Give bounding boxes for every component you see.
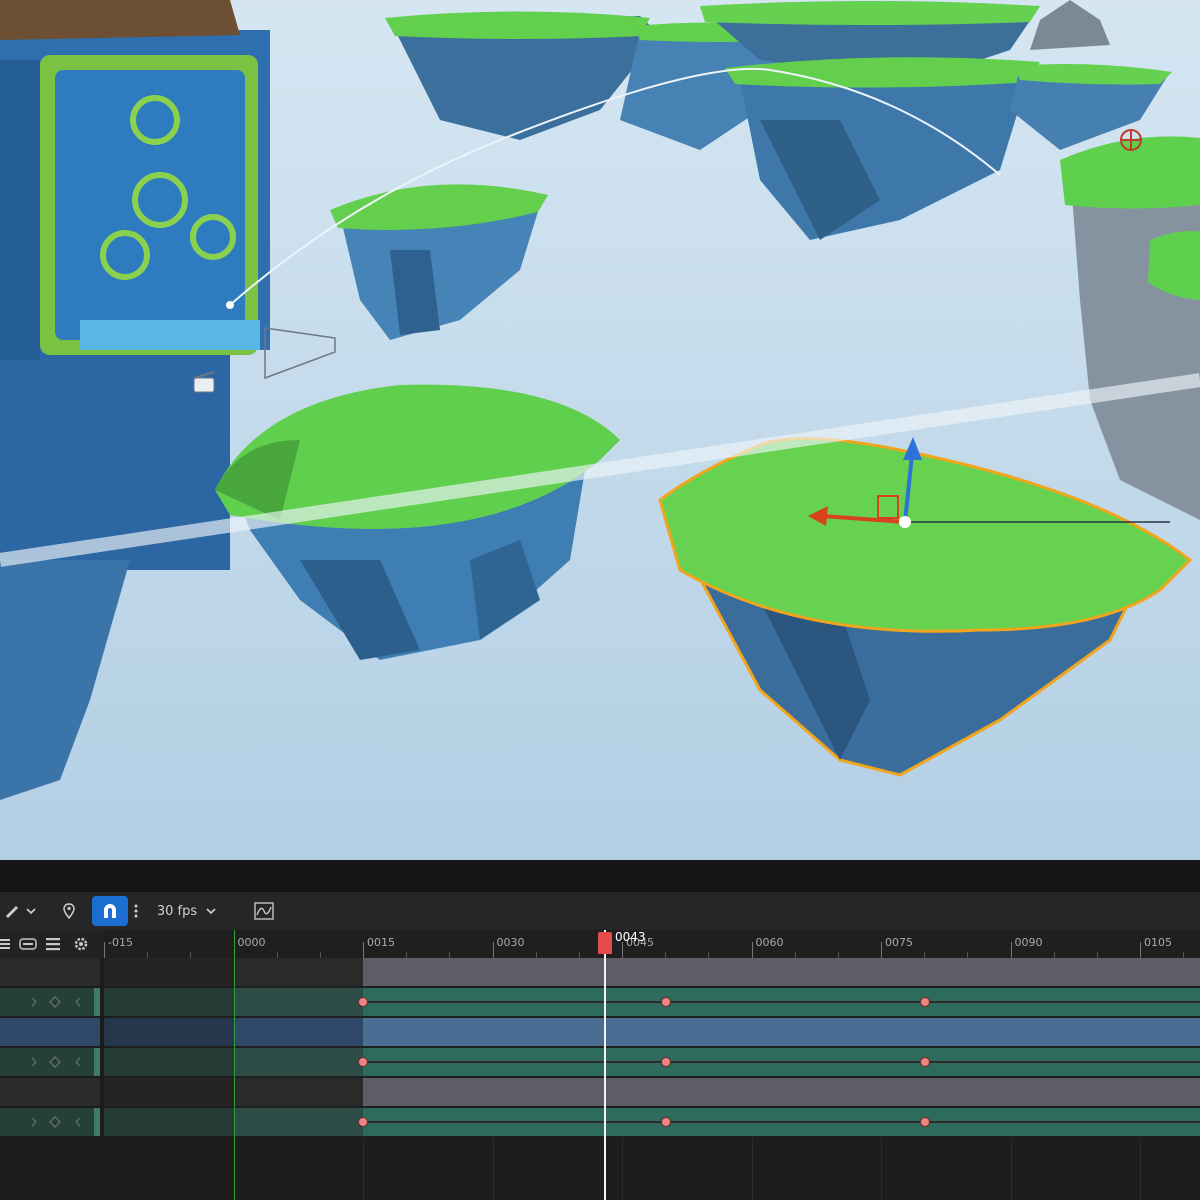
- timeline-ruler[interactable]: -015 0000 0015 0030 0045 0060 0075 0090 0105: [104, 930, 1200, 959]
- track-header-row[interactable]: [0, 988, 100, 1016]
- add-key-icon: [49, 1116, 61, 1128]
- next-key-icon: [75, 997, 81, 1007]
- ruler-major-tick: [881, 942, 882, 958]
- track-segment-prestart: [104, 1048, 234, 1076]
- magnet-icon[interactable]: [92, 896, 128, 926]
- viewport-3d[interactable]: [0, 0, 1200, 860]
- ruler-tick-label: 0030: [496, 936, 525, 949]
- track-header-row[interactable]: [0, 1078, 100, 1106]
- keyframe[interactable]: [920, 1117, 930, 1127]
- target-icon: [1120, 129, 1142, 151]
- playhead-line[interactable]: [604, 930, 606, 1200]
- ruler-tick-label: 0075: [885, 936, 913, 949]
- track-section[interactable]: [363, 1018, 1200, 1046]
- playhead-handle[interactable]: [598, 932, 612, 954]
- sequencer-panel: 30 fps -015 0000 0015 0030 0045 0060 0075 0090 0…: [0, 860, 1200, 1200]
- track-row[interactable]: [104, 958, 1200, 986]
- ruler-major-tick: [751, 942, 753, 958]
- playback-start-marker[interactable]: [234, 930, 235, 1200]
- track-empty-area[interactable]: [104, 1138, 1200, 1200]
- ruler-major-tick: [1140, 942, 1141, 958]
- ruler-major-tick: [1010, 942, 1012, 958]
- track-row[interactable]: [104, 1048, 1200, 1076]
- prev-key-icon: [31, 997, 37, 1007]
- track-header-row[interactable]: [0, 958, 100, 986]
- ruler-tick-label: 0105: [1144, 936, 1172, 949]
- track-segment-prestart: [104, 1018, 234, 1046]
- track-segment-prestart: [104, 988, 234, 1016]
- current-frame-label: 0043: [615, 930, 646, 944]
- scene-illustration: [0, 0, 1200, 860]
- ruler-major-tick: [492, 942, 494, 958]
- grid-line: [493, 1138, 494, 1200]
- track-segment-inactive: [234, 958, 363, 986]
- track-segment-prestart: [104, 1078, 234, 1106]
- curve-editor-icon[interactable]: [252, 900, 276, 922]
- grid-line: [1011, 1138, 1012, 1200]
- location-pin-icon[interactable]: [58, 900, 80, 922]
- keyframe[interactable]: [358, 1117, 368, 1127]
- ruler-major-tick: [104, 942, 105, 958]
- grid-line: [881, 1138, 882, 1200]
- keyframe[interactable]: [920, 1057, 930, 1067]
- next-key-icon: [75, 1057, 81, 1067]
- track-segment-inactive: [234, 1108, 363, 1136]
- key-curve-line: [363, 1061, 1200, 1063]
- chevron-down-icon[interactable]: [22, 900, 40, 922]
- track-header-row[interactable]: [0, 1048, 100, 1076]
- keyframe[interactable]: [661, 1057, 671, 1067]
- list-view-icon[interactable]: [0, 939, 10, 949]
- ruler-tick-label: 0015: [367, 936, 395, 949]
- keyframe[interactable]: [661, 997, 671, 1007]
- prev-key-icon: [31, 1057, 37, 1067]
- grid-line: [1140, 1138, 1141, 1200]
- next-key-icon: [75, 1117, 81, 1127]
- collapse-icon[interactable]: [19, 938, 37, 950]
- track-row[interactable]: [104, 1078, 1200, 1106]
- track-header-row[interactable]: [0, 1018, 100, 1046]
- ruler-tick-label: 0000: [237, 936, 266, 949]
- add-key-icon: [49, 996, 61, 1008]
- track-row[interactable]: [104, 988, 1200, 1016]
- track-segment-inactive: [234, 1048, 363, 1076]
- keyframe[interactable]: [358, 1057, 368, 1067]
- keyframe[interactable]: [661, 1117, 671, 1127]
- track-segment-prestart: [104, 958, 234, 986]
- add-key-icon: [49, 1056, 61, 1068]
- sequencer-toolbar: 30 fps: [0, 892, 1200, 931]
- ruler-major-tick: [622, 942, 623, 958]
- track-header-toolbar: [0, 930, 104, 959]
- panel-tab-strip: [0, 860, 1200, 893]
- more-vert-icon[interactable]: [130, 900, 142, 922]
- prev-key-icon: [31, 1117, 37, 1127]
- ruler-major-tick: [363, 942, 364, 958]
- keyframe[interactable]: [358, 997, 368, 1007]
- track-segment-inactive: [234, 988, 363, 1016]
- key-curve-line: [363, 1121, 1200, 1123]
- track-section[interactable]: [363, 1078, 1200, 1106]
- track-row[interactable]: [104, 1018, 1200, 1046]
- grid-line: [752, 1138, 753, 1200]
- track-row[interactable]: [104, 1108, 1200, 1136]
- keyframe[interactable]: [920, 997, 930, 1007]
- grid-line: [363, 1138, 364, 1200]
- grid-line: [622, 1138, 623, 1200]
- chevron-down-icon[interactable]: [202, 900, 220, 922]
- track-segment-inactive: [234, 1018, 363, 1046]
- brush-icon[interactable]: [0, 900, 22, 922]
- track-segment-inactive: [234, 1078, 363, 1106]
- key-curve-line: [363, 1001, 1200, 1003]
- ruler-tick-label: -015: [108, 936, 133, 949]
- fps-selector[interactable]: 30 fps: [152, 900, 202, 922]
- ruler-tick-label: 0060: [755, 936, 784, 949]
- gear-icon[interactable]: [74, 937, 88, 951]
- track-header-row[interactable]: [0, 1108, 100, 1136]
- track-segment-prestart: [104, 1108, 234, 1136]
- menu-icon[interactable]: [46, 938, 60, 951]
- ruler-tick-label: 0090: [1014, 936, 1043, 949]
- track-section[interactable]: [363, 958, 1200, 986]
